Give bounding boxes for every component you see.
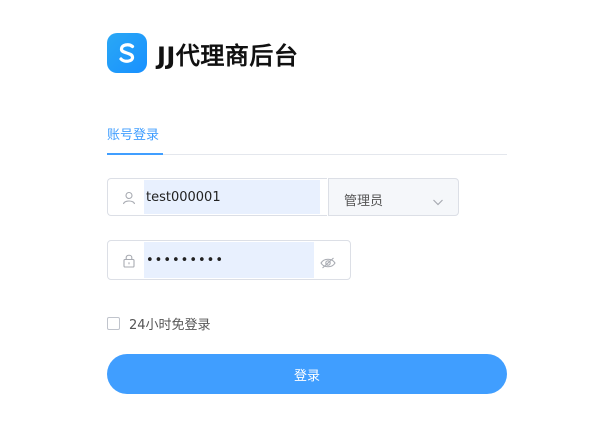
brand-header: JJ代理商后台 — [107, 33, 298, 73]
role-select[interactable]: 管理员 — [328, 178, 459, 216]
remember-login[interactable]: 24小时免登录 — [107, 314, 211, 333]
role-select-value: 管理员 — [344, 194, 384, 209]
user-icon — [122, 190, 136, 205]
eye-icon[interactable] — [320, 254, 336, 269]
tab-account-login[interactable]: 账号登录 — [107, 124, 159, 153]
password-field — [107, 240, 351, 280]
s-logo-icon — [107, 33, 147, 73]
password-input[interactable] — [144, 242, 314, 278]
page-title: JJ代理商后台 — [157, 41, 299, 70]
remember-checkbox[interactable] — [107, 317, 120, 330]
remember-label: 24小时免登录 — [129, 318, 211, 333]
username-input[interactable] — [144, 180, 320, 214]
login-tabs: 账号登录 — [107, 124, 507, 155]
tab-active-indicator — [107, 153, 163, 155]
login-button[interactable]: 登录 — [107, 354, 507, 394]
chevron-down-icon — [432, 192, 444, 206]
lock-icon — [122, 253, 136, 268]
login-page: JJ代理商后台 账号登录 管理员 — [0, 0, 598, 438]
username-field — [107, 178, 327, 216]
